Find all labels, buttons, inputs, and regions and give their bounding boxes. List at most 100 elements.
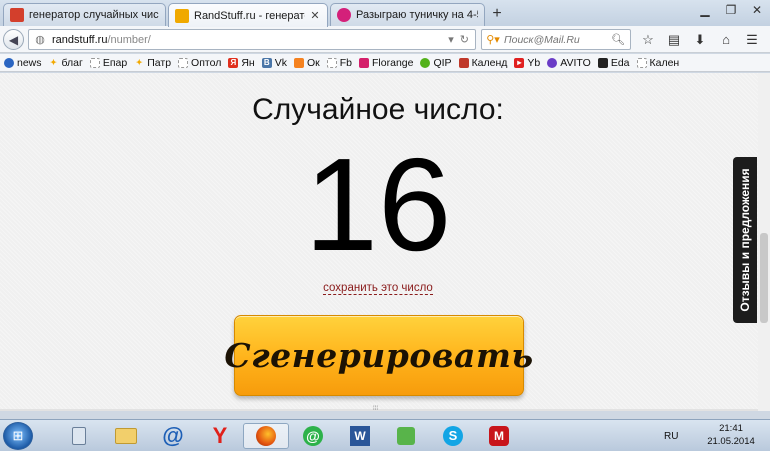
bookmark-item[interactable]: Eda (597, 56, 630, 69)
tab-giveaway[interactable]: Разыграю туничку на 4-5 ... (330, 3, 485, 26)
scroll-grip-icon: ⁞⁞⁞ (373, 406, 379, 411)
bookmark-item[interactable]: Fb (326, 57, 352, 69)
bookmark-item[interactable]: Я Ян (228, 56, 255, 69)
toolbar-icons: ☆ ▤ ⬇ ⌂ ☰ (636, 30, 764, 49)
bookmark-label: news (17, 56, 42, 69)
tab-strip: генератор случайных чис... RandStuff.ru … (0, 0, 770, 27)
window-controls: ▁ ❐ ✕ (692, 0, 770, 20)
tab-random-generator[interactable]: генератор случайных чис... (3, 3, 166, 26)
bookmark-item[interactable]: AVITO (547, 57, 591, 69)
random-number: 16 (304, 131, 452, 278)
firefox-icon[interactable] (243, 423, 289, 449)
bookmark-star-icon[interactable]: ☆ (636, 30, 660, 49)
language-indicator[interactable]: RU (664, 431, 678, 442)
bookmark-label: Eda (610, 56, 630, 69)
home-icon[interactable]: ⌂ (714, 30, 738, 49)
windows-logo-icon: ⊞ (12, 428, 24, 443)
save-number-link[interactable]: сохранить это число (323, 282, 433, 295)
generate-button[interactable]: Сгенерировать (224, 315, 533, 396)
page-icon (178, 57, 189, 68)
bookmark-label: Кален (649, 56, 680, 69)
scroll-thumb[interactable] (760, 233, 768, 323)
yandex-browser-icon[interactable]: Y (197, 423, 243, 449)
download-icon[interactable]: ⬇ (688, 30, 712, 49)
tab-favicon-icon (175, 8, 189, 23)
bookmark-item[interactable]: news (4, 57, 42, 69)
bookmarks-bar: news ✦ благ Епар ✦ Патр Оптол Я Ян B Vk Ок F… (0, 54, 770, 72)
bookmark-label: AVITO (560, 56, 591, 69)
bookmark-label: Патр (147, 56, 172, 69)
search-input[interactable] (504, 33, 604, 46)
star-icon: ✦ (135, 57, 143, 67)
search-engine-icon[interactable]: ⚲▾ (482, 33, 504, 46)
clock[interactable]: 21:41 21.05.2014 (700, 422, 762, 448)
bookmark-item[interactable]: Ок (293, 56, 320, 69)
bookmark-label: Vk (274, 56, 287, 69)
mcafee-icon[interactable]: M (476, 423, 522, 449)
bookmark-label: Оптол (191, 56, 222, 69)
network-icon[interactable] (383, 423, 429, 449)
page-icon (326, 57, 337, 68)
navigation-bar: ◀ ◍ randstuff.ru/number/ ▾ ↻ ⚲▾ 🔍︎ ☆ ▤ ⬇… (0, 26, 770, 53)
system-tray: RU (664, 423, 678, 449)
clock-date: 21.05.2014 (707, 436, 755, 447)
bookmark-label: Епар (102, 56, 128, 69)
bookmark-item[interactable]: Florange (359, 57, 413, 69)
page-title: Случайное число: (252, 93, 504, 126)
search-bar[interactable]: ⚲▾ 🔍︎ (481, 29, 631, 50)
qip-icon (420, 57, 431, 68)
bookmark-item[interactable]: QIP (420, 56, 452, 69)
bookmark-item[interactable]: ▸ Yb (514, 57, 540, 69)
clock-time: 21:41 (719, 423, 743, 434)
bookmark-label: Ок (306, 56, 320, 69)
dropdown-arrow-icon[interactable]: ▾ (448, 33, 454, 46)
vertical-scrollbar[interactable] (758, 73, 770, 411)
vk-icon: B (261, 57, 272, 68)
page-content: Случайное число: 16 сохранить это число … (0, 73, 770, 411)
calculator-icon[interactable] (56, 423, 102, 449)
bookmark-item[interactable]: B Vk (261, 56, 287, 69)
star-icon: ✦ (50, 57, 57, 67)
bookmark-item[interactable]: Оптол (178, 57, 221, 69)
close-window-icon[interactable]: ✕ (744, 0, 770, 20)
tab-favicon-icon (10, 8, 24, 22)
menu-icon[interactable]: ☰ (740, 30, 764, 49)
avito-icon (547, 57, 558, 68)
mail-icon[interactable]: @ (150, 423, 196, 449)
tab-randstuff[interactable]: RandStuff.ru - генератор с... ✕ (168, 3, 328, 27)
taskbar: ⊞ @ Y @ W S M RU 21:41 21.05.2014 (0, 419, 770, 451)
feedback-tab-label: Отзывы и предложения (738, 168, 752, 312)
bookmarks-list-icon[interactable]: ▤ (662, 30, 686, 49)
page-icon (636, 57, 647, 68)
bookmark-item[interactable]: ✦ благ (49, 57, 83, 69)
maximize-icon[interactable]: ❐ (718, 0, 744, 20)
new-tab-button[interactable]: + (488, 5, 506, 23)
start-button[interactable]: ⊞ (3, 422, 33, 450)
feedback-tab[interactable]: Отзывы и предложения (733, 157, 757, 323)
chat-icon[interactable]: @ (290, 423, 336, 449)
bookmark-label: благ (61, 56, 83, 69)
url-path: /number/ (107, 33, 151, 46)
url-bar[interactable]: ◍ randstuff.ru/number/ ▾ ↻ (28, 29, 476, 50)
bookmark-item[interactable]: ✦ Патр (134, 57, 171, 69)
ok-icon (293, 57, 304, 68)
back-button[interactable]: ◀ (3, 29, 24, 50)
search-go-icon[interactable]: 🔍︎ (611, 33, 625, 46)
close-tab-icon[interactable]: ✕ (309, 9, 321, 22)
url-host: randstuff.ru (52, 33, 108, 46)
bookmark-item[interactable]: Календ (458, 57, 507, 69)
folder-icon[interactable] (103, 423, 149, 449)
skype-icon[interactable]: S (430, 423, 476, 449)
bookmark-item[interactable]: Епар (89, 56, 128, 69)
horizontal-scrollbar[interactable]: ⁞⁞⁞ (0, 406, 758, 411)
reload-icon[interactable]: ↻ (460, 33, 469, 46)
bookmark-label: Ян (241, 56, 255, 69)
globe-icon (4, 57, 14, 68)
camera-icon (597, 57, 608, 68)
tab-label: Разыграю туничку на 4-5 ... (356, 9, 478, 21)
word-icon[interactable]: W (337, 423, 383, 449)
florange-icon (359, 57, 370, 68)
bookmark-item[interactable]: Кален (636, 56, 680, 69)
bookmark-label: QIP (433, 56, 452, 69)
minimize-icon[interactable]: ▁ (692, 0, 718, 20)
